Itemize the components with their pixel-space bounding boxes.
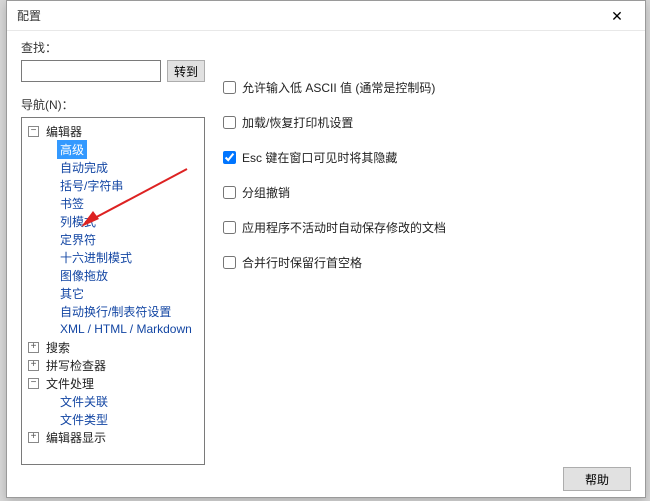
option-label: 加载/恢复打印机设置 — [242, 114, 353, 131]
tree-item-label[interactable]: 搜索 — [43, 338, 73, 357]
option-row[interactable]: 分组撤销 — [223, 184, 631, 201]
option-row[interactable]: Esc 键在窗口可见时将其隐藏 — [223, 149, 631, 166]
option-checkbox[interactable] — [223, 151, 236, 164]
option-row[interactable]: 加载/恢复打印机设置 — [223, 114, 631, 131]
tree-item[interactable]: 文件关联 — [42, 392, 204, 410]
tree-item-label[interactable]: 自动换行/制表符设置 — [57, 302, 174, 321]
tree-item[interactable]: 定界符 — [42, 230, 204, 248]
option-label: 允许输入低 ASCII 值 (通常是控制码) — [242, 79, 435, 96]
option-row[interactable]: 应用程序不活动时自动保存修改的文档 — [223, 219, 631, 236]
help-button[interactable]: 帮助 — [563, 467, 631, 491]
tree-item-label[interactable]: 文件类型 — [57, 410, 111, 429]
close-icon[interactable]: ✕ — [599, 2, 635, 30]
go-button[interactable]: 转到 — [167, 60, 205, 82]
tree-item[interactable]: 十六进制模式 — [42, 248, 204, 266]
titlebar: 配置 ✕ — [7, 1, 645, 31]
tree-item-label[interactable]: 编辑器 — [43, 122, 85, 141]
tree-item-label[interactable]: 自动完成 — [57, 158, 111, 177]
tree-item[interactable]: −文件处理文件关联文件类型 — [28, 374, 204, 428]
option-label: 合并行时保留行首空格 — [242, 254, 362, 271]
nav-label: 导航(N)： — [21, 96, 205, 113]
tree-item-label[interactable]: 图像拖放 — [57, 266, 111, 285]
tree-item-label[interactable]: 文件关联 — [57, 392, 111, 411]
footer: 帮助 — [7, 461, 645, 497]
tree-item-label[interactable]: 拼写检查器 — [43, 356, 109, 375]
tree-item[interactable]: 书签 — [42, 194, 204, 212]
tree-item[interactable]: XML / HTML / Markdown — [42, 320, 204, 338]
tree-item-label[interactable]: XML / HTML / Markdown — [57, 321, 195, 337]
tree-item[interactable]: + 拼写检查器 — [28, 356, 204, 374]
config-dialog: 配置 ✕ 查找： 转到 导航(N)： −编辑器高级自动完成括号/字符串书签列模式… — [6, 0, 646, 498]
tree-item[interactable]: + 编辑器显示 — [28, 428, 204, 446]
option-checkbox[interactable] — [223, 81, 236, 94]
tree-item-label[interactable]: 文件处理 — [43, 374, 97, 393]
tree-item[interactable]: 高级 — [42, 140, 204, 158]
option-checkbox[interactable] — [223, 256, 236, 269]
find-label: 查找： — [21, 39, 205, 56]
option-row[interactable]: 合并行时保留行首空格 — [223, 254, 631, 271]
option-label: Esc 键在窗口可见时将其隐藏 — [242, 149, 397, 166]
collapse-icon[interactable]: − — [28, 378, 39, 389]
expand-icon[interactable]: + — [28, 360, 39, 371]
option-row[interactable]: 允许输入低 ASCII 值 (通常是控制码) — [223, 79, 631, 96]
tree-item[interactable]: 括号/字符串 — [42, 176, 204, 194]
collapse-icon[interactable]: − — [28, 126, 39, 137]
tree-item-label[interactable]: 书签 — [57, 194, 87, 213]
tree-item[interactable]: 图像拖放 — [42, 266, 204, 284]
tree-item-label[interactable]: 括号/字符串 — [57, 176, 126, 195]
dialog-title: 配置 — [17, 7, 41, 24]
tree-item[interactable]: 其它 — [42, 284, 204, 302]
tree-item-label[interactable]: 编辑器显示 — [43, 428, 109, 447]
option-checkbox[interactable] — [223, 116, 236, 129]
option-checkbox[interactable] — [223, 221, 236, 234]
expand-icon[interactable]: + — [28, 342, 39, 353]
find-input[interactable] — [21, 60, 161, 82]
tree-item-label[interactable]: 定界符 — [57, 230, 99, 249]
option-label: 应用程序不活动时自动保存修改的文档 — [242, 219, 446, 236]
tree-item-label[interactable]: 十六进制模式 — [57, 248, 135, 267]
tree-item[interactable]: 自动换行/制表符设置 — [42, 302, 204, 320]
tree-item[interactable]: + 搜索 — [28, 338, 204, 356]
tree-item[interactable]: 列模式 — [42, 212, 204, 230]
option-label: 分组撤销 — [242, 184, 290, 201]
tree-item[interactable]: 文件类型 — [42, 410, 204, 428]
tree-item[interactable]: 自动完成 — [42, 158, 204, 176]
dialog-body: 查找： 转到 导航(N)： −编辑器高级自动完成括号/字符串书签列模式定界符十六… — [7, 31, 645, 461]
nav-tree[interactable]: −编辑器高级自动完成括号/字符串书签列模式定界符十六进制模式图像拖放其它自动换行… — [21, 117, 205, 465]
left-column: 查找： 转到 导航(N)： −编辑器高级自动完成括号/字符串书签列模式定界符十六… — [21, 39, 205, 465]
find-row: 转到 — [21, 60, 205, 82]
tree-item-label[interactable]: 高级 — [57, 140, 87, 159]
expand-icon[interactable]: + — [28, 432, 39, 443]
tree-item[interactable]: −编辑器高级自动完成括号/字符串书签列模式定界符十六进制模式图像拖放其它自动换行… — [28, 122, 204, 338]
options-panel: 允许输入低 ASCII 值 (通常是控制码) 加载/恢复打印机设置 Esc 键在窗口… — [223, 79, 631, 289]
option-checkbox[interactable] — [223, 186, 236, 199]
tree-item-label[interactable]: 其它 — [57, 284, 87, 303]
tree-item-label[interactable]: 列模式 — [57, 212, 99, 231]
